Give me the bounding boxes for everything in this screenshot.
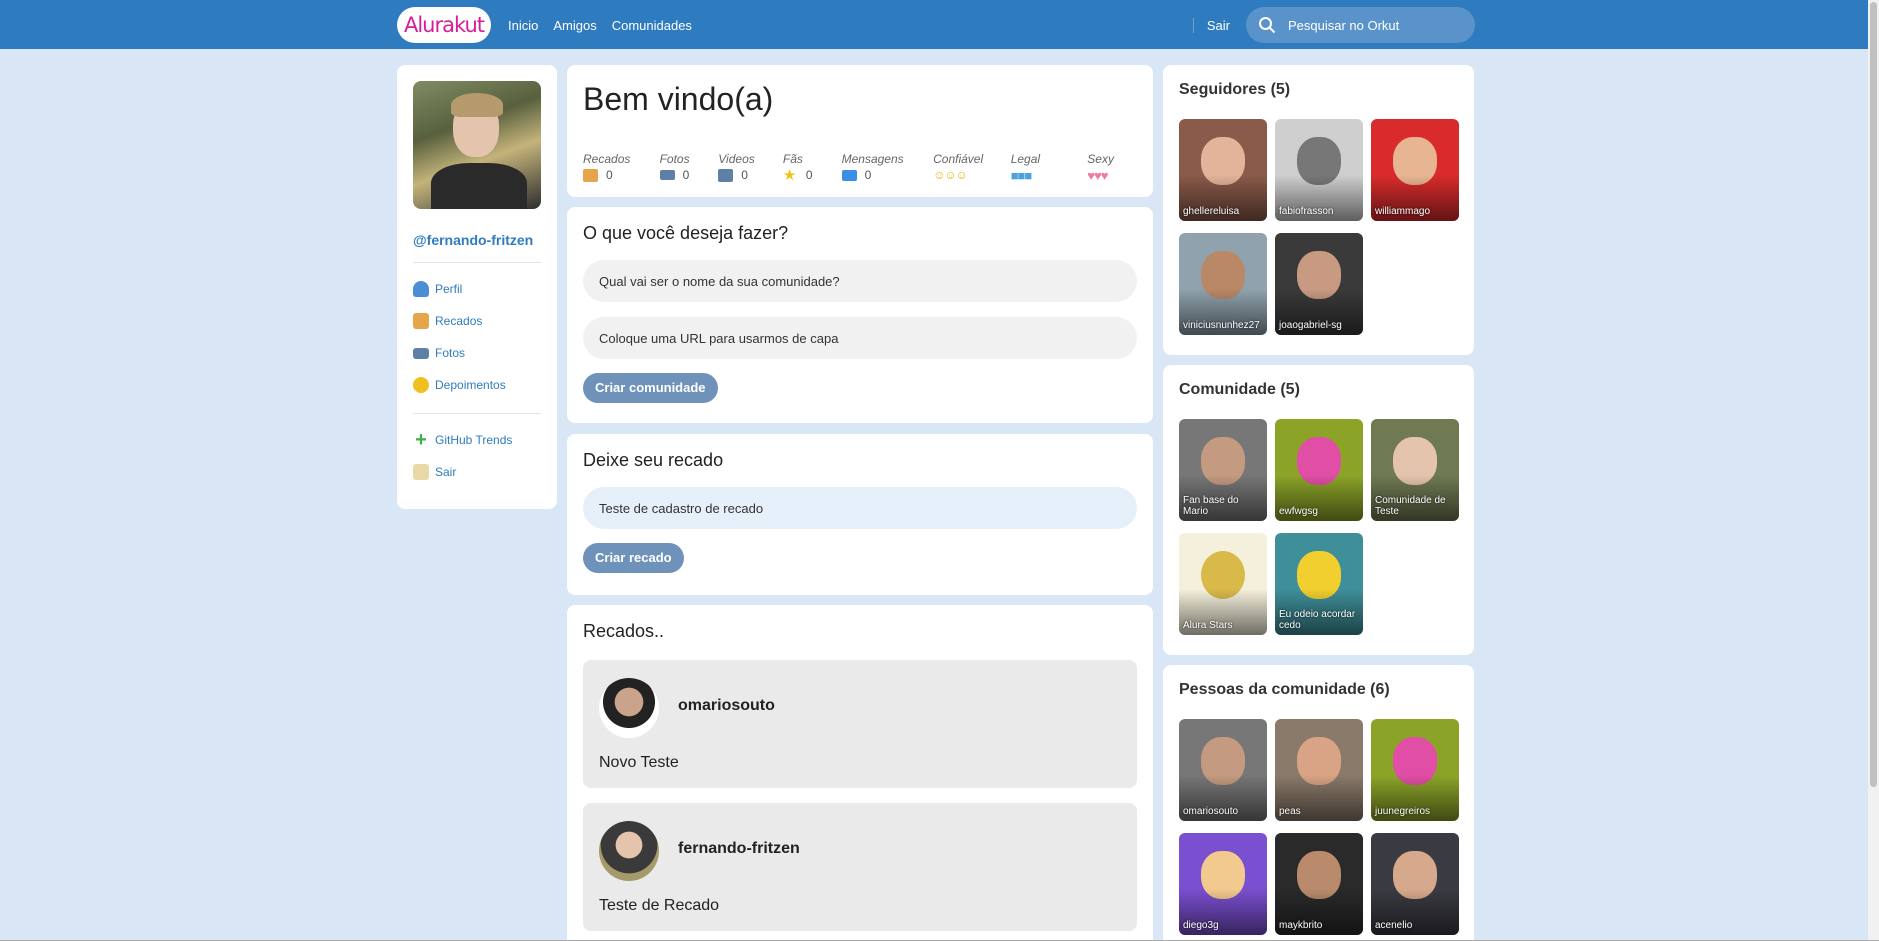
heart-icon: ♥♥♥ xyxy=(1087,168,1108,183)
recado-message: Novo Teste xyxy=(599,754,679,771)
person-tile[interactable]: juunegreiros xyxy=(1371,719,1459,821)
person-tile[interactable]: diego3g xyxy=(1179,833,1267,935)
community-tile[interactable]: Alura Stars xyxy=(1179,533,1267,635)
video-icon xyxy=(718,168,734,182)
followers-box: Seguidores (5) ghellereluisa fabiofrasso… xyxy=(1163,65,1474,355)
welcome-card: Bem vindo(a) Recados 0 Fotos 0 Videos 0 … xyxy=(567,65,1153,197)
recado-item: omariosouto Novo Teste xyxy=(583,660,1137,788)
follower-tile[interactable]: fabiofrasson xyxy=(1275,119,1363,221)
cube-icon: ■■■ xyxy=(1010,168,1033,183)
top-navbar: Alurakut Inicio Amigos Comunidades Sair … xyxy=(0,0,1879,49)
create-recado-card: Deixe seu recado Teste de cadastro de re… xyxy=(567,434,1153,595)
nav-comunidades[interactable]: Comunidades xyxy=(612,18,692,33)
search-icon xyxy=(1259,17,1276,34)
recados-title: Recados.. xyxy=(583,621,665,641)
menu-github-trends[interactable]: + GitHub Trends xyxy=(413,424,541,456)
user-icon xyxy=(413,281,429,297)
alurakut-logo[interactable]: Alurakut xyxy=(397,7,491,43)
person-tile[interactable]: maykbrito xyxy=(1275,833,1363,935)
follower-tile[interactable]: ghellereluisa xyxy=(1179,119,1267,221)
community-url-input[interactable]: Coloque uma URL para usarmos de capa xyxy=(583,317,1137,359)
follower-tile[interactable]: viniciusnunhez27 xyxy=(1179,233,1267,335)
search-bar[interactable]: Pesquisar no Orkut xyxy=(1246,7,1475,43)
recado-author[interactable]: fernando-fritzen xyxy=(678,840,800,858)
camera-icon xyxy=(659,170,675,180)
stat-confiavel: Confiável ☺☺☺ xyxy=(933,152,1011,183)
follower-tile[interactable]: joaogabriel-sg xyxy=(1275,233,1363,335)
star-icon: ★ xyxy=(782,166,797,184)
divider xyxy=(413,413,541,414)
create-recado-title: Deixe seu recado xyxy=(583,450,724,470)
stat-fotos: Fotos 0 xyxy=(659,152,690,182)
stat-recados: Recados 0 xyxy=(583,152,631,182)
people-title: Pessoas da comunidade (6) xyxy=(1179,681,1390,698)
book-icon xyxy=(413,313,429,329)
plus-icon: + xyxy=(415,429,427,451)
profile-sidebar: @fernando-fritzen Perfil Recados Fotos D… xyxy=(397,65,557,509)
recado-item: fernando-fritzen Teste de Recado xyxy=(583,803,1137,931)
stat-videos: Videos 0 xyxy=(718,152,755,182)
logout-link[interactable]: Sair xyxy=(1192,17,1230,33)
menu-fotos[interactable]: Fotos xyxy=(413,337,541,369)
person-tile[interactable]: peas xyxy=(1275,719,1363,821)
create-community-button[interactable]: Criar comunidade xyxy=(583,373,718,403)
people-box: Pessoas da comunidade (6) omariosouto pe… xyxy=(1163,665,1474,941)
avatar[interactable] xyxy=(599,678,659,738)
smiley-icon: ☺☺☺ xyxy=(933,168,968,182)
recado-author[interactable]: omariosouto xyxy=(678,697,775,715)
community-tile[interactable]: Eu odeio acordar cedo xyxy=(1275,533,1363,635)
community-tile[interactable]: Fan base do Mario xyxy=(1179,419,1267,521)
profile-stats: Recados 0 Fotos 0 Videos 0 Fãs ★ 0 Mensag… xyxy=(583,152,1137,183)
recados-card: Recados.. omariosouto Novo Teste fernand… xyxy=(567,605,1153,941)
nav-amigos[interactable]: Amigos xyxy=(553,18,596,33)
followers-title: Seguidores (5) xyxy=(1179,81,1291,98)
community-tile[interactable]: Comunidade de Teste xyxy=(1371,419,1459,521)
stat-legal: Legal ■■■ xyxy=(1011,152,1088,183)
recado-message: Teste de Recado xyxy=(599,897,720,914)
divider xyxy=(413,262,541,263)
search-input[interactable]: Pesquisar no Orkut xyxy=(1288,18,1399,33)
community-tile[interactable]: ewfwgsg xyxy=(1275,419,1363,521)
home-icon xyxy=(413,464,429,480)
person-tile[interactable]: acenelio xyxy=(1371,833,1459,935)
scrollbar-thumb[interactable] xyxy=(1870,2,1877,787)
follower-tile[interactable]: williammago xyxy=(1371,119,1459,221)
communities-box: Comunidade (5) Fan base do Mario ewfwgsg… xyxy=(1163,365,1474,655)
profile-username[interactable]: @fernando-fritzen xyxy=(413,231,541,250)
mail-icon xyxy=(841,169,857,181)
menu-depoimentos[interactable]: Depoimentos xyxy=(413,369,541,401)
camera-icon xyxy=(413,347,429,359)
nav-inicio[interactable]: Inicio xyxy=(508,18,538,33)
communities-title: Comunidade (5) xyxy=(1179,381,1300,398)
community-name-input[interactable]: Qual vai ser o nome da sua comunidade? xyxy=(583,260,1137,302)
avatar[interactable] xyxy=(599,821,659,881)
profile-avatar[interactable] xyxy=(413,81,541,209)
stat-mensagens: Mensagens 0 xyxy=(841,152,904,182)
person-tile[interactable]: omariosouto xyxy=(1179,719,1267,821)
stat-fas: Fãs ★ 0 xyxy=(782,152,813,184)
menu-sair[interactable]: Sair xyxy=(413,456,541,488)
sun-icon xyxy=(413,377,429,393)
stat-sexy: Sexy ♥♥♥ xyxy=(1087,152,1137,183)
create-recado-button[interactable]: Criar recado xyxy=(583,543,684,573)
scrollbar[interactable] xyxy=(1868,0,1879,941)
create-community-card: O que você deseja fazer? Qual vai ser o … xyxy=(567,207,1153,423)
menu-recados[interactable]: Recados xyxy=(413,305,541,337)
recado-input[interactable]: Teste de cadastro de recado xyxy=(583,487,1137,529)
menu-perfil[interactable]: Perfil xyxy=(413,273,541,305)
create-community-title: O que você deseja fazer? xyxy=(583,223,789,243)
book-icon xyxy=(583,168,598,182)
welcome-title: Bem vindo(a) xyxy=(583,81,774,117)
